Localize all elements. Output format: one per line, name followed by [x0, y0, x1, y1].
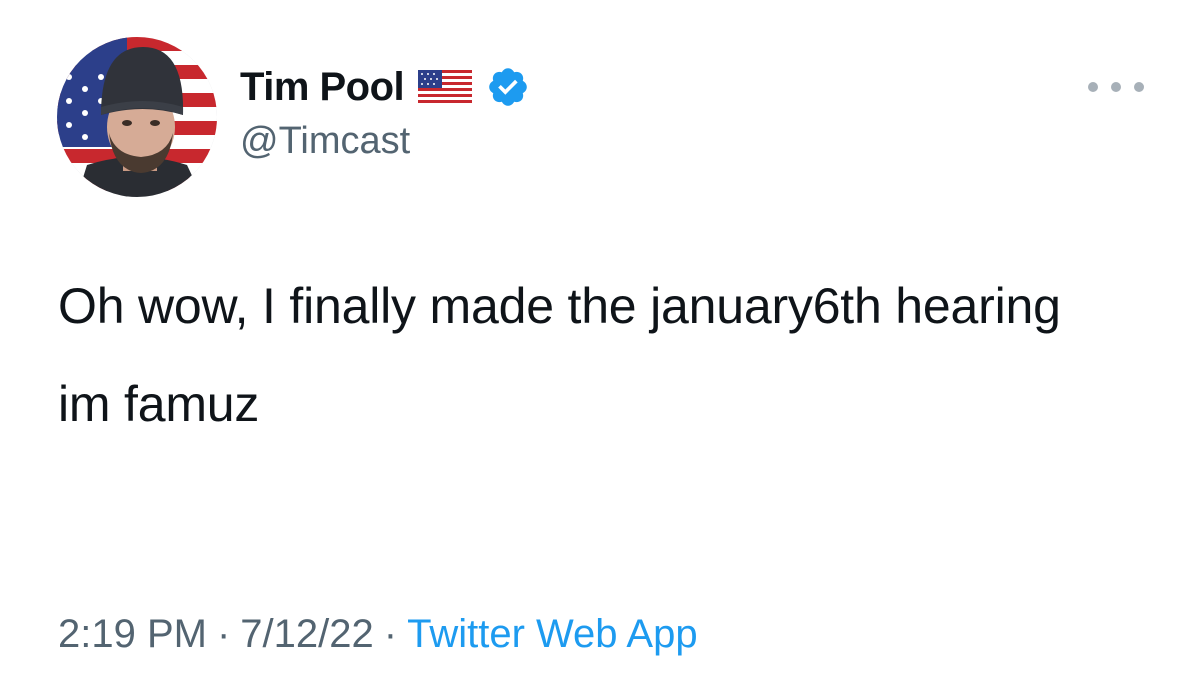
- author-avatar[interactable]: [57, 37, 217, 197]
- author-display-name[interactable]: Tim Pool: [240, 65, 405, 110]
- meta-separator: ·: [216, 612, 231, 656]
- tweet-paragraph: Oh wow, I finally made the january6th he…: [58, 278, 1061, 334]
- avatar-image: [57, 37, 217, 197]
- more-horizontal-icon: [1088, 82, 1098, 92]
- meta-separator: ·: [383, 612, 398, 656]
- tweet-meta: 2:19 PM · 7/12/22 · Twitter Web App: [58, 612, 698, 657]
- tweet-paragraph: im famuz: [58, 376, 260, 432]
- author-name-row: Tim Pool: [240, 62, 530, 112]
- tweet-time[interactable]: 2:19 PM: [58, 612, 207, 656]
- more-horizontal-icon-dot: [1111, 82, 1121, 92]
- author-handle[interactable]: @Timcast: [240, 120, 410, 163]
- tweet-date[interactable]: 7/12/22: [240, 612, 373, 656]
- verified-badge-icon[interactable]: [486, 65, 530, 109]
- tweet-card: Tim Pool @Timcast Oh wow, I finally made…: [0, 0, 1200, 679]
- us-flag-icon: [418, 70, 473, 104]
- more-horizontal-icon-dot: [1134, 82, 1144, 92]
- more-options-button[interactable]: [1088, 72, 1144, 102]
- tweet-source-link[interactable]: Twitter Web App: [407, 612, 698, 656]
- tweet-text: Oh wow, I finally made the january6th he…: [58, 272, 1168, 438]
